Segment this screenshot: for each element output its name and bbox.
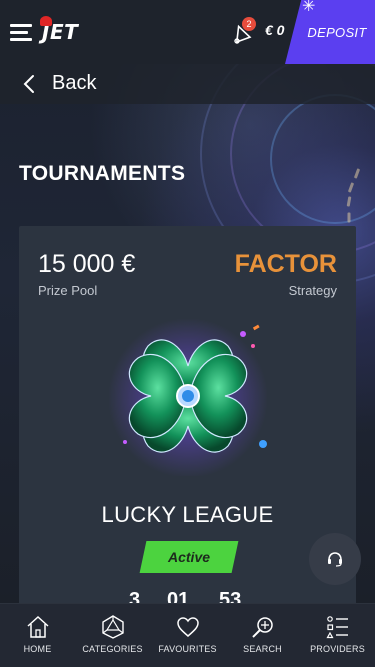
home-icon — [26, 615, 49, 638]
decor-dash — [347, 212, 351, 223]
prize-pool-label: Prize Pool — [38, 283, 98, 298]
tournament-card[interactable]: 15 000 € Prize Pool FACTOR Strategy LUCK… — [19, 226, 356, 626]
back-button[interactable]: Back — [52, 72, 96, 95]
dice-icon — [101, 615, 124, 639]
support-button[interactable] — [309, 533, 361, 585]
page-title: TOURNAMENTS — [19, 162, 186, 185]
heart-icon — [176, 617, 199, 637]
headset-icon — [328, 552, 342, 567]
strategy-value: FACTOR — [234, 250, 337, 278]
status-badge: Active — [139, 541, 239, 573]
clover-illustration — [108, 318, 268, 476]
search-icon — [251, 617, 273, 638]
bottom-navigation: HOME CATEGORIES FAVOURITES SEARCH PROVID… — [0, 603, 375, 667]
santa-hat-icon — [40, 16, 52, 26]
nav-item-search[interactable]: SEARCH — [225, 604, 300, 667]
providers-list-icon — [325, 616, 348, 639]
tournament-name: LUCKY LEAGUE — [101, 502, 274, 527]
deposit-button[interactable]: DEPOSIT — [285, 0, 375, 64]
nav-item-favourites[interactable]: FAVOURITES — [150, 604, 225, 667]
brand-logo[interactable]: JET — [40, 16, 78, 46]
back-bar[interactable]: Back — [0, 64, 375, 104]
sparkle-icon: ✳ — [302, 0, 316, 15]
nav-item-categories[interactable]: CATEGORIES — [75, 604, 150, 667]
nav-item-providers[interactable]: PROVIDERS — [300, 604, 375, 667]
prize-pool-value: 15 000 € — [38, 250, 136, 278]
top-header: JET 2 € 0 DEPOSIT ✳ — [0, 0, 375, 64]
notification-badge: 2 — [242, 17, 256, 31]
nav-item-home[interactable]: HOME — [0, 604, 75, 667]
balance-display: € 0 — [265, 22, 285, 38]
strategy-label: Strategy — [288, 283, 337, 298]
chevron-left-icon — [23, 75, 34, 93]
menu-icon[interactable] — [10, 24, 34, 42]
